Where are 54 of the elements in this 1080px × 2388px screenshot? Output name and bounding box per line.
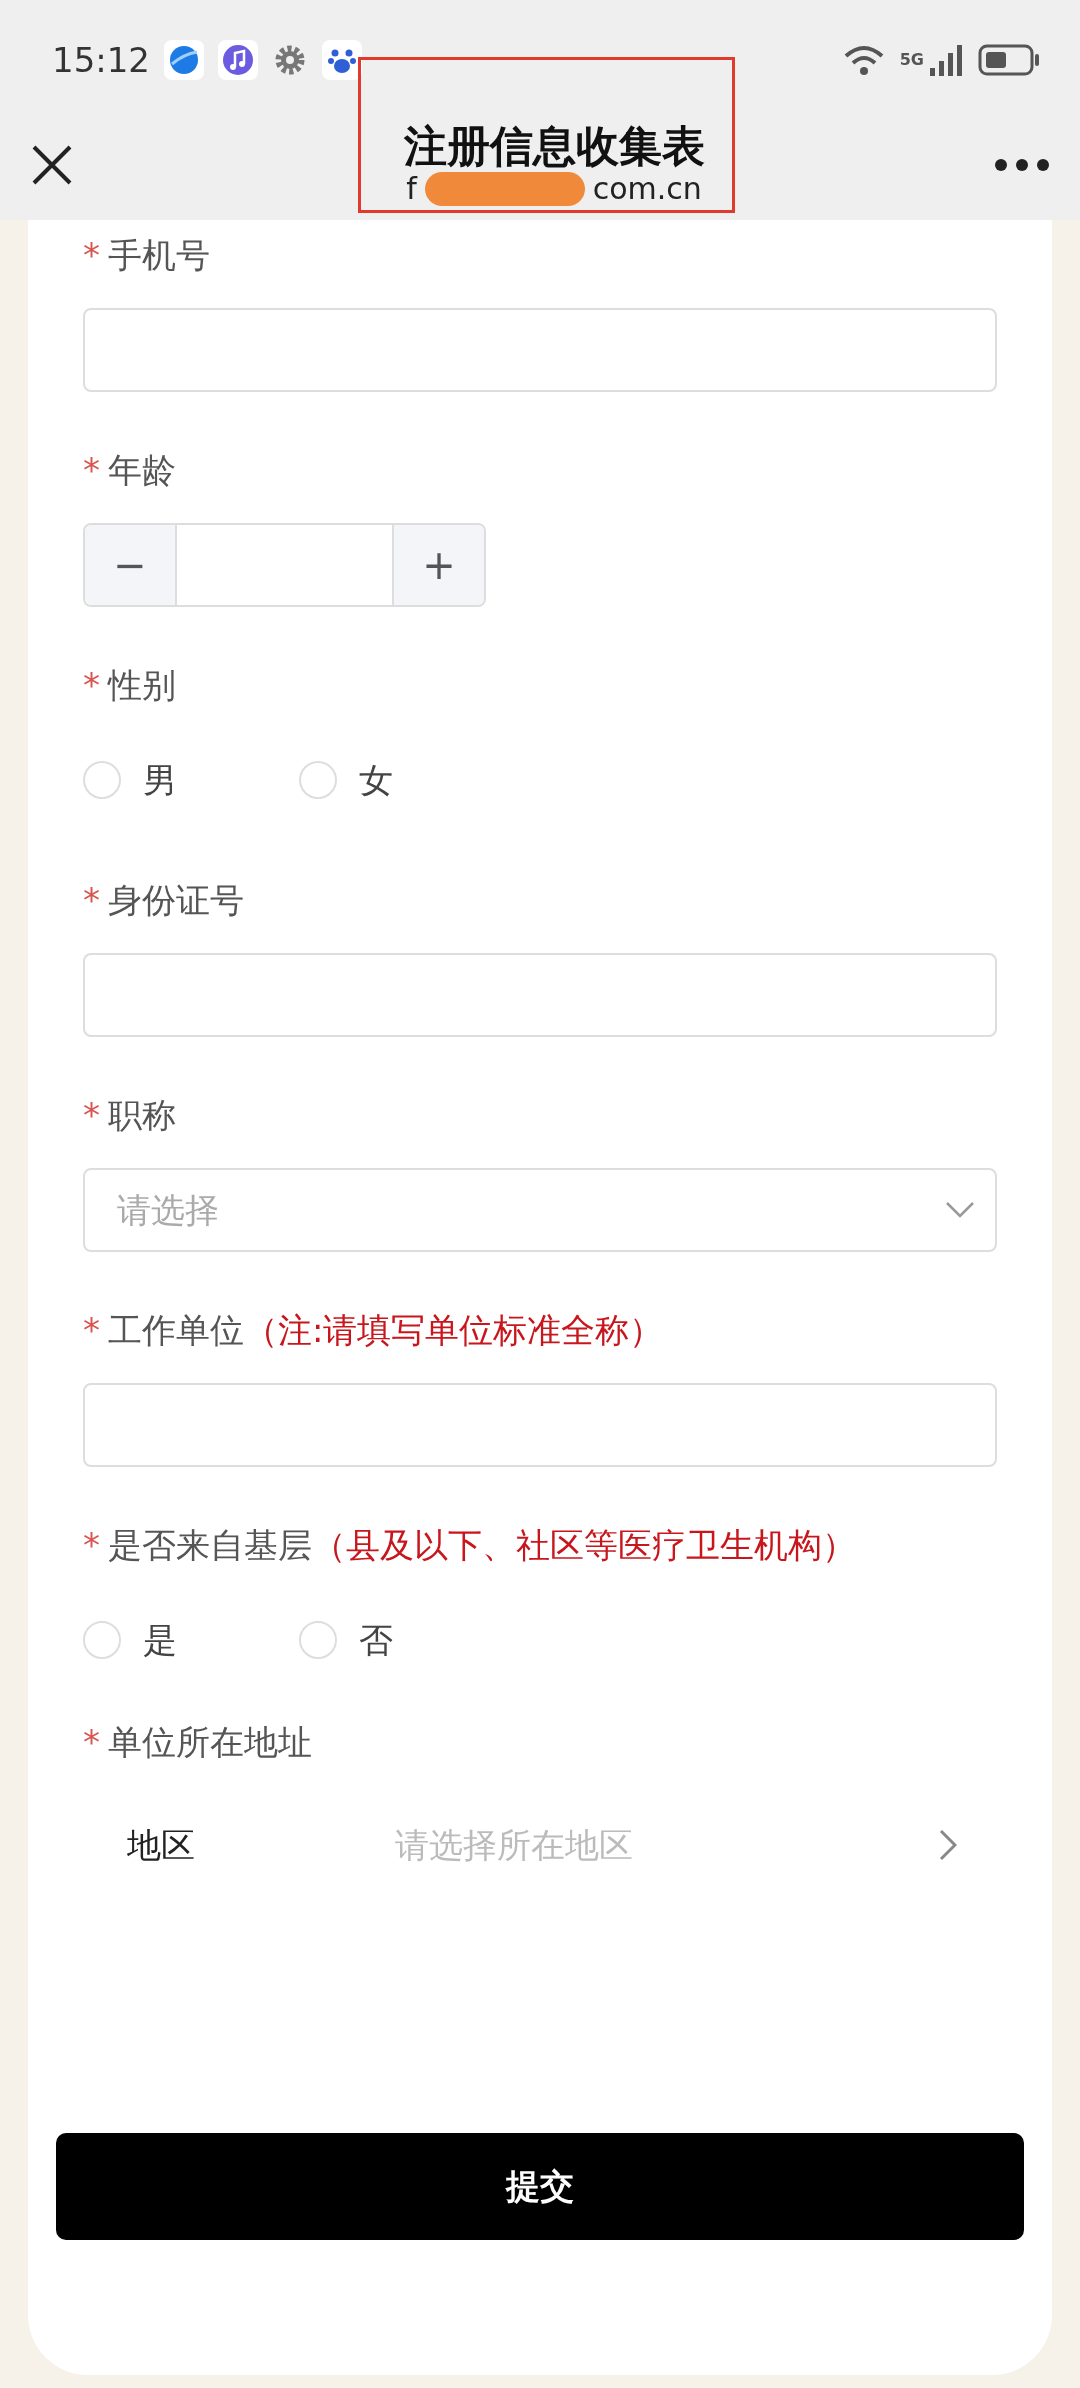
field-label: 年龄 <box>108 450 176 490</box>
music-app-icon <box>218 40 258 80</box>
minus-button[interactable]: − <box>85 525 175 605</box>
required-asterisk: * <box>83 1525 100 1565</box>
field-label: 身份证号 <box>108 880 244 920</box>
field-label: 手机号 <box>108 235 210 275</box>
field-label: 工作单位 <box>108 1310 244 1350</box>
chevron-down-icon <box>945 1201 975 1219</box>
radio-label: 否 <box>359 1618 393 1662</box>
required-asterisk: * <box>83 450 100 490</box>
text-field[interactable] <box>83 953 997 1037</box>
more-button[interactable] <box>994 158 1050 172</box>
radio-circle[interactable] <box>299 1621 337 1659</box>
field-label: 单位所在地址 <box>108 1722 312 1762</box>
more-icon <box>994 158 1050 172</box>
field-note: （注:请填写单位标准全称） <box>244 1310 664 1350</box>
plus-button[interactable]: + <box>394 525 484 605</box>
url-text: com.cn <box>592 170 702 207</box>
field-label: 是否来自基层 <box>108 1525 312 1565</box>
field-label: 性别 <box>108 665 176 705</box>
battery-icon <box>978 43 1040 77</box>
globe-app-icon <box>164 40 204 80</box>
region-picker[interactable]: 地区 请选择所在地区 <box>83 1795 997 1895</box>
clock-time: 15:12 <box>52 38 150 82</box>
chevron-right-icon <box>939 1829 957 1861</box>
radio-circle[interactable] <box>83 1621 121 1659</box>
page-title: 注册信息收集表 <box>403 123 705 171</box>
submit-button[interactable]: 提交 <box>56 2133 1024 2240</box>
close-button[interactable] <box>30 143 74 187</box>
radio-label: 女 <box>359 758 393 802</box>
field-note: （县及以下、社区等医疗卫生机构） <box>312 1525 856 1565</box>
radio-circle[interactable] <box>299 761 337 799</box>
close-icon <box>30 143 74 187</box>
field-label: 职称 <box>108 1095 176 1135</box>
required-asterisk: * <box>83 880 100 920</box>
network-type: 5G <box>899 49 924 71</box>
required-asterisk: * <box>83 1722 100 1762</box>
radio-option[interactable]: 女 <box>299 754 393 806</box>
required-asterisk: * <box>83 1095 100 1135</box>
signal-icon <box>928 42 964 78</box>
radio-label: 男 <box>143 758 177 802</box>
required-asterisk: * <box>83 665 100 705</box>
text-field[interactable] <box>83 308 997 392</box>
required-asterisk: * <box>83 235 100 275</box>
radio-option[interactable]: 否 <box>299 1614 393 1666</box>
radio-option[interactable]: 男 <box>83 754 243 806</box>
text-field[interactable] <box>83 1383 997 1467</box>
url-text: f <box>406 170 417 207</box>
radio-circle[interactable] <box>83 761 121 799</box>
paw-app-icon <box>322 40 362 80</box>
required-asterisk: * <box>83 1310 100 1350</box>
number-stepper[interactable]: − + <box>83 523 486 607</box>
radio-label: 是 <box>143 1618 177 1662</box>
radio-option[interactable]: 是 <box>83 1614 243 1666</box>
